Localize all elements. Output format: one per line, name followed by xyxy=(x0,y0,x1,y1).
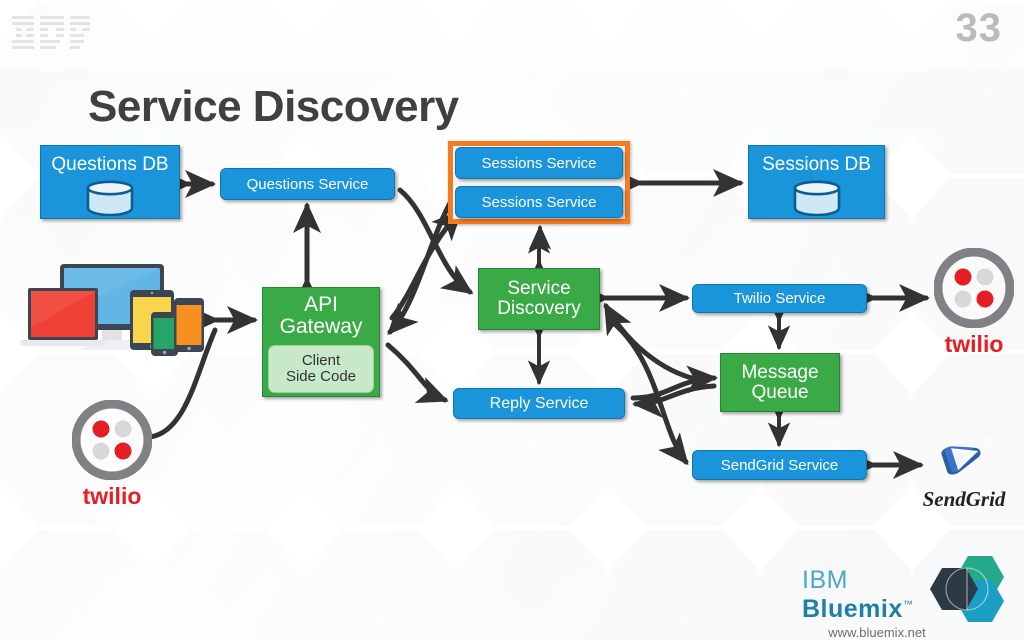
node-twilio-service-label: Twilio Service xyxy=(733,290,826,307)
sendgrid-wordmark: SendGrid xyxy=(922,487,1006,511)
node-sessions-service-2-label: Sessions Service xyxy=(481,193,597,211)
node-questions-service-label: Questions Service xyxy=(246,175,369,193)
client-devices-icon xyxy=(20,264,204,356)
slide-canvas: 33 Service Discovery Questions DB Questi… xyxy=(0,0,1024,640)
database-icon xyxy=(793,180,840,216)
node-sessions-service-2[interactable]: Sessions Service xyxy=(455,186,623,218)
node-sessions-service-1-label: Sessions Service xyxy=(481,154,597,172)
sendgrid-logo: SendGrid xyxy=(912,440,1016,511)
node-sendgrid-service-label: SendGrid Service xyxy=(720,456,839,474)
twilio-icon xyxy=(933,247,1015,329)
node-questions-db[interactable]: Questions DB xyxy=(40,145,180,219)
edge-apigateway-replyservice xyxy=(385,342,449,403)
node-api-gateway-label: API Gateway xyxy=(279,293,363,339)
twilio-logo-api: twilio xyxy=(933,247,1015,357)
twilio-wordmark: twilio xyxy=(82,483,142,509)
node-sessions-db[interactable]: Sessions DB xyxy=(748,145,885,219)
sendgrid-icon xyxy=(941,446,981,475)
twilio-icon xyxy=(71,399,153,481)
node-sessions-service-1[interactable]: Sessions Service xyxy=(455,147,623,179)
bluemix-hex-icon xyxy=(930,556,1004,622)
twilio-logo-client: twilio xyxy=(71,399,153,509)
node-message-queue[interactable]: Message Queue xyxy=(720,353,840,412)
database-icon xyxy=(86,180,134,216)
inner-client-side-code-label: Client Side Code xyxy=(285,351,357,385)
node-sessions-db-label: Sessions DB xyxy=(762,154,871,175)
ibm-bluemix-logo: IBM Bluemix™ www.bluemix.net xyxy=(802,552,1010,640)
node-message-queue-label: Message Queue xyxy=(741,361,819,403)
node-questions-service[interactable]: Questions Service xyxy=(220,168,395,200)
node-reply-service-label: Reply Service xyxy=(489,394,589,412)
node-reply-service[interactable]: Reply Service xyxy=(453,388,625,419)
bluemix-ibm-text: IBM xyxy=(802,566,848,594)
node-twilio-service[interactable]: Twilio Service xyxy=(692,284,867,313)
bluemix-url: www.bluemix.net xyxy=(828,625,926,640)
node-sendgrid-service[interactable]: SendGrid Service xyxy=(692,450,867,480)
node-service-discovery[interactable]: Service Discovery xyxy=(478,268,600,330)
inner-client-side-code[interactable]: Client Side Code xyxy=(268,345,374,393)
twilio-wordmark: twilio xyxy=(944,331,1004,357)
node-service-discovery-label: Service Discovery xyxy=(497,278,581,319)
edge-queue-servicediscovery xyxy=(603,302,703,383)
node-questions-db-label: Questions DB xyxy=(51,154,169,175)
trademark-symbol: ™ xyxy=(902,599,914,611)
bluemix-name-text: Bluemix xyxy=(802,595,903,623)
